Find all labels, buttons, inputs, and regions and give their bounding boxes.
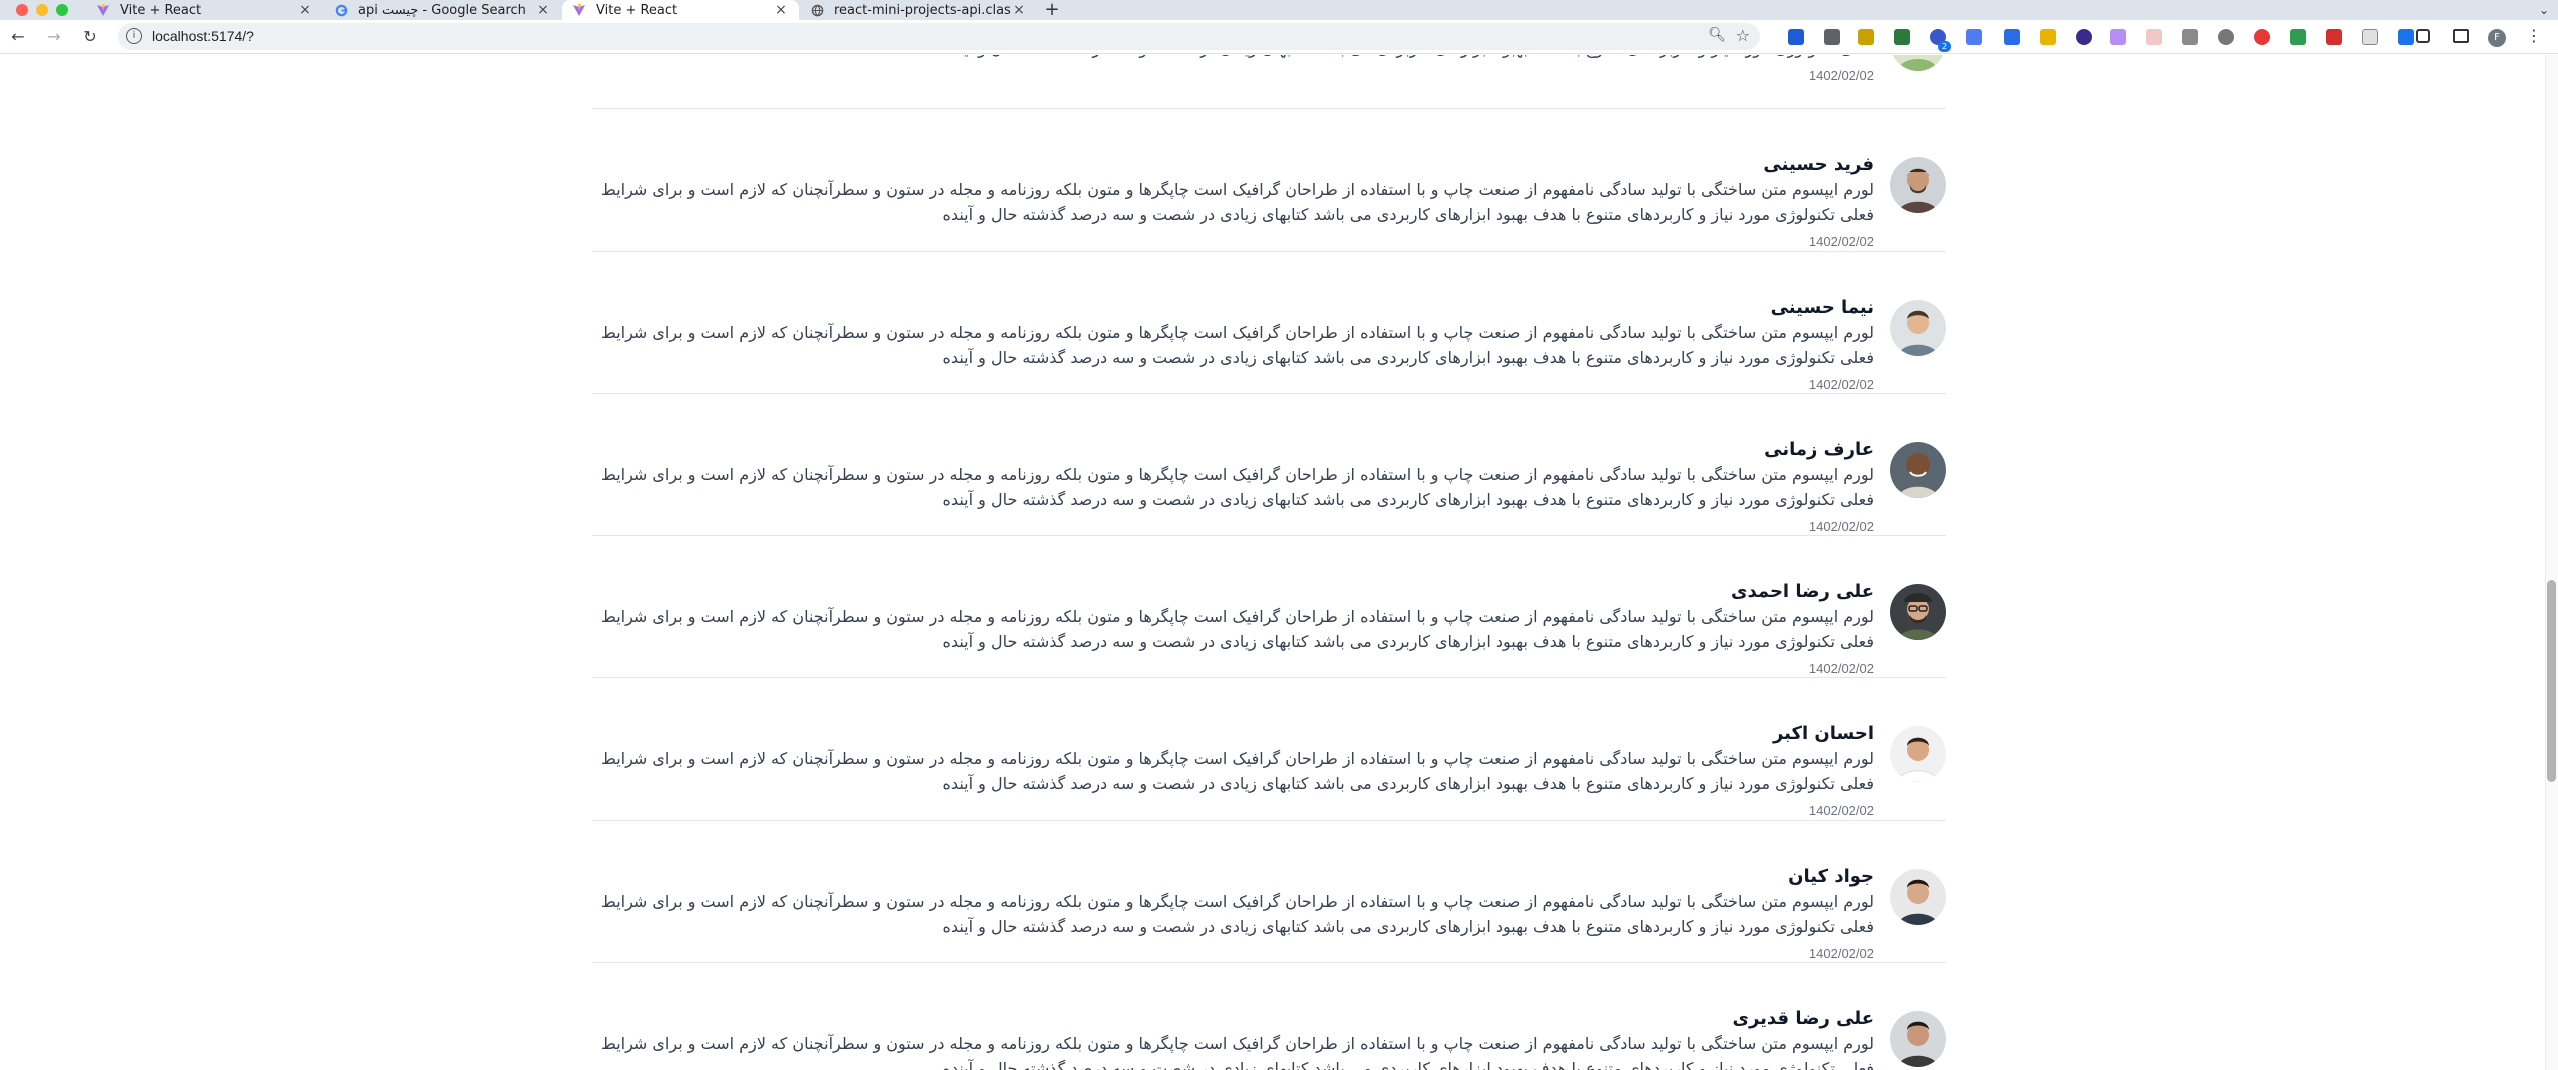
comment-item: لورم ایپسوم متن ساختگی با تولید سادگی نا… <box>592 55 1946 110</box>
comment-author: فرید حسینی <box>1763 154 1874 176</box>
comment-text: لورم ایپسوم متن ساختگی با تولید سادگی نا… <box>601 1034 1874 1070</box>
extension-badge: 2 <box>1938 41 1951 52</box>
tab-title: Vite + React <box>120 2 202 18</box>
url-text[interactable]: localhost:5174/? <box>152 28 254 44</box>
extension-icon-16[interactable] <box>2326 29 2342 45</box>
page-scrollbar[interactable] <box>2545 55 2558 1070</box>
close-icon[interactable]: × <box>297 2 313 18</box>
comment-item: فرید حسینی لورم ایپسوم متن ساختگی با تول… <box>592 109 1946 252</box>
extensions-puzzle-icon[interactable] <box>2416 29 2430 43</box>
tab-google-search[interactable]: api چیست - Google Search × <box>324 0 561 20</box>
comment-author: جواد کیان <box>1788 865 1874 887</box>
back-icon[interactable]: ← <box>6 25 30 49</box>
google-icon <box>334 3 348 17</box>
tab-react-mini-projects[interactable]: react-mini-projects-api.class × <box>800 0 1037 20</box>
comment-item: جواد کیان لورم ایپسوم متن ساختگی با تولی… <box>592 821 1946 964</box>
extension-icon-2[interactable] <box>1824 29 1840 45</box>
close-icon[interactable]: × <box>773 2 789 18</box>
scrollbar-thumb[interactable] <box>2547 580 2556 782</box>
avatar <box>1890 1011 1946 1068</box>
extension-icon-13[interactable] <box>2218 29 2234 45</box>
window-minimize-button[interactable] <box>36 4 48 16</box>
comment-date: 1402/02/02 <box>1808 376 1874 392</box>
comment-item: علی رضا احمدی لورم ایپسوم متن ساختگی با … <box>592 536 1946 679</box>
comment-text: لورم ایپسوم متن ساختگی با تولید سادگی نا… <box>601 464 1874 509</box>
extension-icon-1[interactable] <box>1788 29 1804 45</box>
forward-icon[interactable]: → <box>42 25 66 49</box>
comment-author: علی رضا احمدی <box>1730 581 1874 603</box>
comment-author: عارف زمانی <box>1764 438 1874 460</box>
site-info-icon[interactable]: i <box>126 28 142 44</box>
vite-icon <box>572 3 586 17</box>
extension-icon-6[interactable] <box>1966 29 1982 45</box>
extension-icon-15[interactable] <box>2290 29 2306 45</box>
avatar <box>1890 584 1946 641</box>
extension-icon-17[interactable] <box>2362 29 2378 45</box>
extension-icon-3[interactable] <box>1858 29 1874 45</box>
tab-strip: Vite + React × api چیست - Google Search … <box>0 0 2558 20</box>
comment-text: لورم ایپسوم متن ساختگی با تولید سادگی نا… <box>601 607 1874 652</box>
comment-text: لورم ایپسوم متن ساختگی با تولید سادگی نا… <box>592 55 1874 61</box>
comment-date: 1402/02/02 <box>1808 803 1874 819</box>
close-icon[interactable]: × <box>535 2 551 18</box>
tab-search-icon[interactable]: ⌄ <box>2534 0 2554 20</box>
comment-item: نیما حسینی لورم ایپسوم متن ساختگی با تول… <box>592 252 1946 394</box>
extension-icon-9[interactable] <box>2076 29 2092 45</box>
tab-vite-react-1[interactable]: Vite + React × <box>86 0 323 20</box>
comment-item: علی رضا قدیری لورم ایپسوم متن ساختگی با … <box>592 963 1946 1070</box>
avatar <box>1890 55 1946 71</box>
comment-date: 1402/02/02 <box>1808 945 1874 961</box>
extension-icon-18[interactable] <box>2398 29 2414 45</box>
close-icon[interactable]: × <box>1011 2 1027 18</box>
globe-icon <box>810 3 824 17</box>
tab-title: api چیست - Google Search <box>358 2 526 18</box>
tab-vite-react-active[interactable]: Vite + React × <box>562 0 799 20</box>
comment-text: لورم ایپسوم متن ساختگی با تولید سادگی نا… <box>601 891 1874 936</box>
avatar <box>1890 726 1946 783</box>
bookmark-star-icon[interactable]: ☆ <box>1736 26 1750 45</box>
comment-text: لورم ایپسوم متن ساختگی با تولید سادگی نا… <box>601 749 1874 794</box>
comment-date: 1402/02/02 <box>1808 518 1874 534</box>
comment-author: علی رضا قدیری <box>1732 1008 1874 1030</box>
tab-title: react-mini-projects-api.class <box>834 2 1011 18</box>
reload-icon[interactable]: ↻ <box>78 25 102 49</box>
comment-author: نیما حسینی <box>1770 296 1874 318</box>
side-panel-icon[interactable] <box>2453 29 2469 43</box>
tab-title: Vite + React <box>596 2 678 18</box>
vite-icon <box>96 3 110 17</box>
comment-list: لورم ایپسوم متن ساختگی با تولید سادگی نا… <box>592 55 1946 1070</box>
extension-icon-8[interactable] <box>2040 29 2056 45</box>
comment-text: لورم ایپسوم متن ساختگی با تولید سادگی نا… <box>601 180 1874 225</box>
window-maximize-button[interactable] <box>56 4 68 16</box>
comment-item: احسان اکبر لورم ایپسوم متن ساختگی با تول… <box>592 678 1946 821</box>
new-tab-button[interactable]: + <box>1042 0 1062 20</box>
menu-icon[interactable]: ⋮ <box>2526 25 2542 47</box>
comment-text: لورم ایپسوم متن ساختگی با تولید سادگی نا… <box>601 322 1874 367</box>
comment-item: عارف زمانی لورم ایپسوم متن ساختگی با تول… <box>592 394 1946 537</box>
window-close-button[interactable] <box>16 4 28 16</box>
avatar <box>1890 868 1946 925</box>
browser-toolbar: ← → ↻ i localhost:5174/? 🔍︎ ☆ 2 F ⋮ <box>0 20 2558 54</box>
zoom-icon[interactable]: 🔍︎ <box>1708 27 1726 43</box>
address-bar[interactable]: i localhost:5174/? 🔍︎ ☆ <box>118 23 1760 50</box>
extension-icon-7[interactable] <box>2004 29 2020 45</box>
comment-date: 1402/02/02 <box>1808 234 1874 250</box>
extension-icon-10[interactable] <box>2110 29 2126 45</box>
comment-author: احسان اکبر <box>1772 723 1874 745</box>
page-viewport: لورم ایپسوم متن ساختگی با تولید سادگی نا… <box>0 55 2545 1070</box>
extension-icon-14[interactable] <box>2254 29 2270 45</box>
avatar <box>1890 157 1946 214</box>
profile-avatar[interactable]: F <box>2488 29 2506 47</box>
extension-icon-12[interactable] <box>2182 29 2198 45</box>
comment-date: 1402/02/02 <box>1808 661 1874 677</box>
avatar <box>1890 299 1946 356</box>
extension-icon-11[interactable] <box>2146 29 2162 45</box>
extension-icon-4[interactable] <box>1894 29 1910 45</box>
comment-date: 1402/02/02 <box>1808 68 1874 83</box>
avatar <box>1890 441 1946 498</box>
